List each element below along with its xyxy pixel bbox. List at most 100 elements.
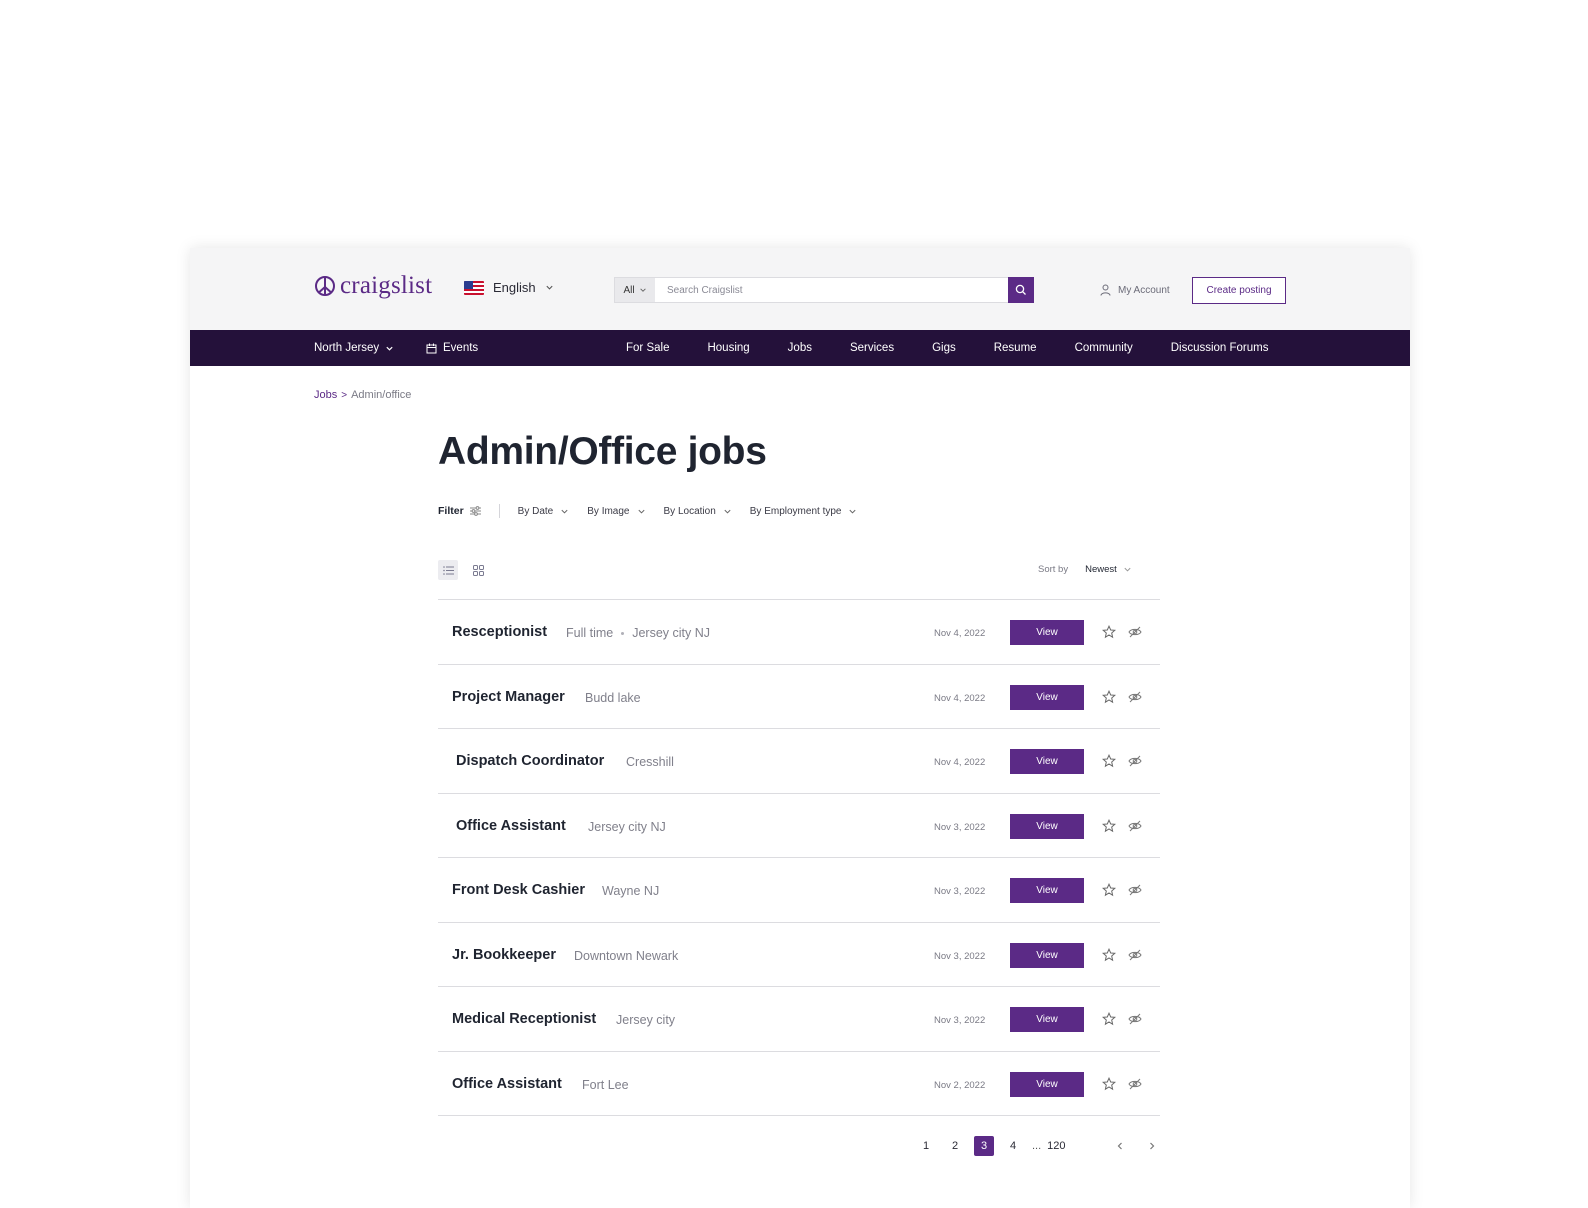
filter-by-employment-type-label: By Employment type [749, 505, 842, 517]
events-link[interactable]: Events [426, 342, 478, 354]
eye-off-icon[interactable] [1128, 819, 1142, 833]
page-2-button[interactable]: 2 [945, 1136, 965, 1156]
star-icon[interactable] [1102, 1012, 1116, 1026]
filter-by-employment-type[interactable]: By Employment type [750, 506, 858, 517]
next-page-button[interactable] [1142, 1136, 1162, 1156]
job-date: Nov 3, 2022 [934, 886, 986, 897]
job-meta: Downtown Newark [574, 949, 678, 963]
view-button[interactable]: View [1010, 620, 1084, 645]
star-icon[interactable] [1102, 625, 1116, 639]
filter-label: Filter [438, 505, 464, 517]
star-icon[interactable] [1102, 818, 1116, 833]
nav-item-gigs[interactable]: Gigs [932, 342, 956, 354]
filter-by-image[interactable]: By Image [587, 506, 645, 517]
star-icon[interactable] [1102, 1076, 1116, 1091]
job-title[interactable]: Office Assistant [456, 818, 566, 834]
view-button[interactable]: View [1010, 942, 1084, 968]
eye-off-icon[interactable] [1128, 754, 1142, 768]
view-button[interactable]: View [1010, 878, 1084, 903]
page-last-button[interactable]: 120 [1047, 1136, 1065, 1156]
job-title[interactable]: Jr. Bookkeeper [452, 947, 556, 963]
search-category-select[interactable]: All [615, 278, 655, 302]
view-button[interactable]: View [1010, 813, 1084, 839]
prev-page-button[interactable] [1110, 1136, 1130, 1156]
logo[interactable]: craigslist [314, 272, 432, 300]
eye-off-icon[interactable] [1128, 625, 1142, 639]
category-links: For Sale Housing Jobs Services Gigs Resu… [626, 342, 1269, 354]
view-button[interactable]: View [1010, 749, 1084, 774]
job-title[interactable]: Office Assistant [452, 1076, 562, 1092]
nav-item-services[interactable]: Services [850, 342, 894, 354]
sort-control: Sort by Newest [1038, 564, 1132, 575]
chevron-down-icon [386, 346, 393, 351]
job-location: Jersey city NJ [588, 819, 666, 834]
star-icon[interactable] [1102, 689, 1116, 704]
search-bar: All [614, 277, 1034, 303]
user-icon [1100, 284, 1111, 296]
peace-icon [315, 276, 335, 296]
job-meta: Jersey city [616, 1013, 675, 1027]
nav-item-for-sale[interactable]: For Sale [626, 342, 669, 354]
table-row[interactable]: Dispatch Coordinator Cresshill Nov 4, 20… [438, 729, 1160, 794]
search-input[interactable] [655, 278, 1008, 302]
breadcrumb-separator: > [341, 389, 348, 401]
eye-off-icon[interactable] [1128, 883, 1142, 897]
job-meta: Jersey city NJ [588, 820, 666, 834]
job-meta: Fort Lee [582, 1078, 629, 1092]
star-icon[interactable] [1102, 947, 1116, 962]
view-button[interactable]: View [1010, 1071, 1084, 1097]
table-row[interactable]: Office Assistant Fort Lee Nov 2, 2022 Vi… [438, 1052, 1160, 1116]
search-button[interactable] [1008, 277, 1034, 303]
page-1-button[interactable]: 1 [916, 1136, 936, 1156]
table-row[interactable]: Project Manager Budd lake Nov 4, 2022 Vi… [438, 665, 1160, 729]
filter-by-date[interactable]: By Date [518, 506, 570, 517]
table-row[interactable]: Medical Receptionist Jersey city Nov 3, … [438, 987, 1160, 1052]
nav-item-jobs[interactable]: Jobs [788, 342, 812, 354]
job-title[interactable]: Front Desk Cashier [452, 882, 585, 898]
table-row[interactable]: Resceptionist Full time Jersey city NJ N… [438, 600, 1160, 665]
table-row[interactable]: Front Desk Cashier Wayne NJ Nov 3, 2022 … [438, 858, 1160, 923]
grid-view-button[interactable] [468, 560, 488, 580]
region-label: North Jersey [314, 342, 380, 354]
list-icon [442, 565, 454, 575]
region-selector[interactable]: North Jersey [314, 342, 394, 354]
sort-select[interactable]: Newest [1085, 564, 1132, 575]
page-3-button[interactable]: 3 [974, 1136, 994, 1156]
nav-item-housing[interactable]: Housing [707, 342, 749, 354]
nav-item-discussion-forums[interactable]: Discussion Forums [1171, 342, 1269, 354]
job-title[interactable]: Medical Receptionist [452, 1011, 596, 1027]
us-flag-icon [464, 280, 484, 295]
page-4-button[interactable]: 4 [1003, 1136, 1023, 1156]
job-title[interactable]: Resceptionist [452, 624, 547, 640]
job-date: Nov 4, 2022 [934, 628, 986, 639]
language-selector[interactable]: English [464, 280, 554, 295]
nav-item-resume[interactable]: Resume [994, 342, 1037, 354]
eye-off-icon[interactable] [1128, 1012, 1142, 1026]
chevron-down-icon [637, 509, 645, 514]
eye-off-icon[interactable] [1128, 948, 1142, 962]
job-title[interactable]: Dispatch Coordinator [456, 753, 604, 769]
eye-off-icon[interactable] [1128, 690, 1142, 704]
page-frame: craigslist English All My Account Create… [190, 248, 1410, 1208]
eye-off-icon[interactable] [1128, 1077, 1142, 1091]
breadcrumb-jobs-link[interactable]: Jobs [314, 389, 337, 401]
job-meta: Budd lake [585, 691, 641, 705]
filter-by-location[interactable]: By Location [664, 506, 732, 517]
filter-button[interactable]: Filter [438, 505, 481, 517]
events-label: Events [443, 342, 479, 354]
pagination-ellipsis: ... [1032, 1140, 1042, 1152]
my-account-link[interactable]: My Account [1100, 284, 1170, 296]
star-icon[interactable] [1102, 883, 1116, 897]
view-button[interactable]: View [1010, 1007, 1084, 1032]
table-row[interactable]: Office Assistant Jersey city NJ Nov 3, 2… [438, 794, 1160, 858]
nav-item-community[interactable]: Community [1075, 342, 1133, 354]
list-view-button[interactable] [438, 560, 458, 580]
job-title[interactable]: Project Manager [452, 689, 565, 705]
meta-separator [621, 631, 625, 635]
view-button[interactable]: View [1010, 684, 1084, 710]
star-icon[interactable] [1102, 754, 1116, 768]
create-posting-button[interactable]: Create posting [1192, 277, 1286, 304]
job-date: Nov 2, 2022 [934, 1079, 986, 1091]
table-row[interactable]: Jr. Bookkeeper Downtown Newark Nov 3, 20… [438, 923, 1160, 987]
filter-by-image-label: By Image [587, 505, 630, 517]
